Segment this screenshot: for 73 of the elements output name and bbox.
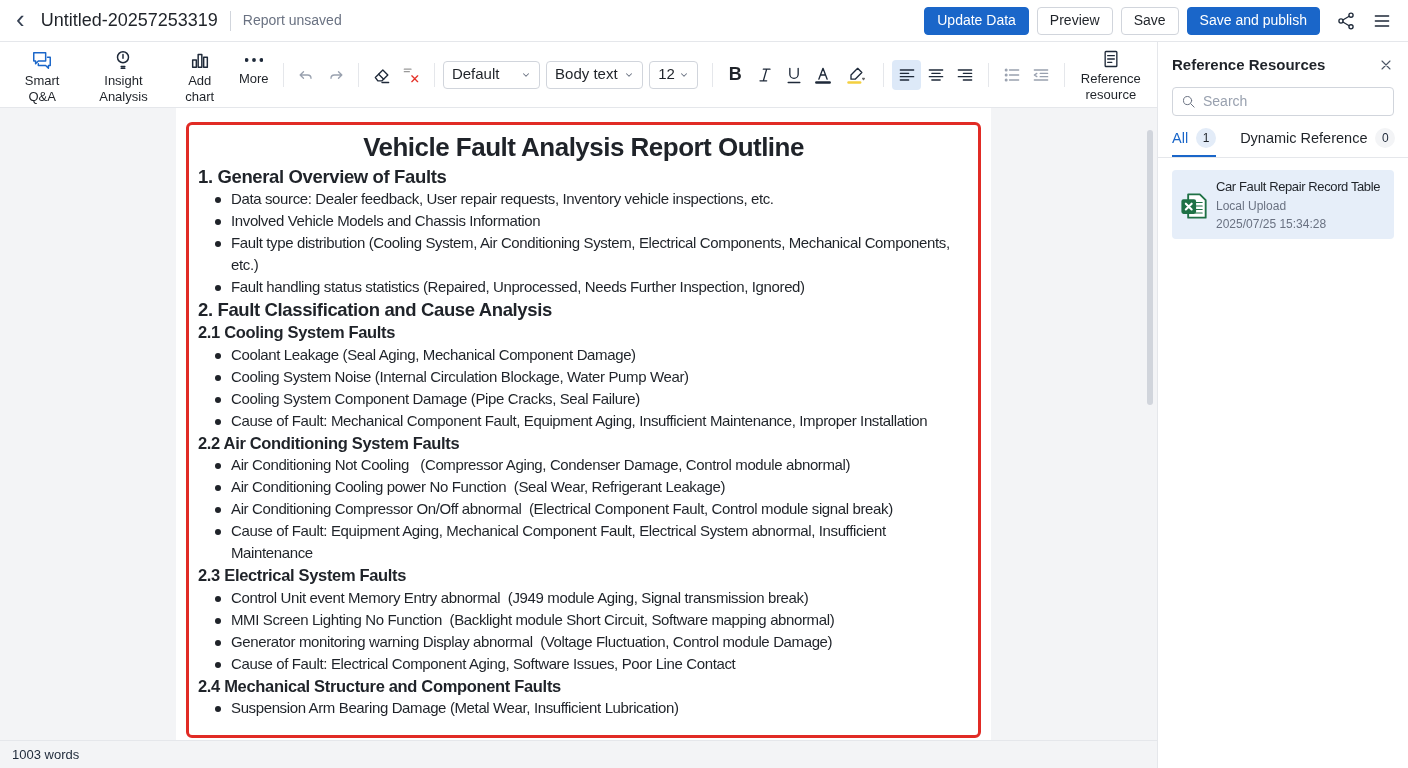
- more-icon: [244, 57, 263, 62]
- size-select[interactable]: 12: [649, 60, 698, 89]
- share-icon[interactable]: [1336, 10, 1356, 31]
- bullet-text: Air Conditioning Compressor On/Off abnormal (Electrical Component Fault, Control module signal break): [231, 499, 893, 519]
- bullet-text: Cooling System Noise (Internal Circulation Blockage, Water Pump Wear): [231, 366, 689, 387]
- reference-resource-button[interactable]: Reference resource: [1072, 44, 1150, 105]
- header-button[interactable]: Preview: [1036, 6, 1113, 35]
- count-badge: 0: [1375, 128, 1396, 149]
- bullet-icon: [215, 418, 221, 425]
- bullet-icon: [215, 197, 221, 203]
- subsection-heading: 2.1 Cooling System Faults: [198, 322, 397, 343]
- bullet-icon: [215, 463, 221, 469]
- bullet-text: Control Unit event Memory Entry abnormal (J949 module Aging, Signal transmission break): [231, 587, 809, 608]
- resource-source: Local Upload: [1216, 198, 1288, 216]
- resource-name: Car Fault Repair Record Table: [1216, 178, 1381, 197]
- search-field[interactable]: Search: [1172, 86, 1394, 116]
- bullet-icon: [215, 241, 221, 247]
- bold-button[interactable]: B: [720, 59, 750, 90]
- bullet-text: Fault type distribution (Cooling System, Air Conditioning System, Electrical Components, Mechanical Components, etc.): [231, 233, 951, 275]
- align-left-button[interactable]: [892, 59, 922, 90]
- bullet-icon: [215, 219, 221, 225]
- bullet-text: Fault handling status statistics (Repaired, Unprocessed, Needs Further Inspection, Ignored): [231, 277, 805, 297]
- bullet-icon: [215, 352, 221, 359]
- bullet-icon: [215, 374, 221, 381]
- toolbar-button[interactable]: Insight Analysis: [80, 44, 167, 105]
- bullet-text: Air Conditioning Not Cooling (Compressor Aging, Condenser Damage, Control module abnormal): [231, 455, 851, 475]
- bullet-icon: [215, 507, 221, 513]
- font-select[interactable]: Default: [442, 60, 541, 89]
- bullet-icon: [215, 661, 221, 668]
- panel-title: Reference Resources: [1172, 55, 1326, 75]
- header-button[interactable]: Save and publish: [1186, 6, 1320, 35]
- subsection-heading: 2.4 Mechanical Structure and Component Faults: [198, 675, 562, 697]
- subsection-heading: 2.3 Electrical System Faults: [198, 565, 408, 586]
- bullet-text: Cause of Fault: Equipment Aging, Mechanical Component Fault, Electrical System abnormal, Insufficient Maintenance: [231, 521, 887, 563]
- bullet-text: MMI Screen Lighting No Function (Backlight module Short Circuit, Software mapping abnormal): [231, 609, 835, 630]
- bullet-icon: [215, 529, 221, 535]
- save-status: Report unsaved: [242, 11, 342, 30]
- count-badge: 1: [1196, 128, 1217, 149]
- bullet-text: Cooling System Component Damage (Pipe Cracks, Seal Failure): [231, 388, 640, 409]
- panel-tab[interactable]: All 1: [1172, 127, 1217, 158]
- document-heading: Vehicle Fault Analysis Report Outline: [362, 131, 805, 164]
- resource-time: 2025/07/25 15:34:28: [1216, 216, 1328, 234]
- bullet-icon: [215, 285, 221, 291]
- document-title: Untitled-20257253319: [40, 9, 218, 32]
- word-count: 1003 words: [12, 745, 80, 764]
- bullet-text: Cause of Fault: Mechanical Component Fault, Equipment Aging, Insufficient Maintenance, Improper Installation: [231, 410, 928, 431]
- header-button[interactable]: Update Data: [924, 6, 1029, 35]
- search-icon: [1181, 93, 1196, 109]
- panel-tab[interactable]: Dynamic Reference 0: [1240, 127, 1396, 158]
- bullet-text: Coolant Leakage (Seal Aging, Mechanical Component Damage): [231, 344, 636, 365]
- bullet-icon: [215, 485, 221, 491]
- subsection-heading: 2.2 Air Conditioning System Faults: [198, 432, 461, 454]
- bullet-text: Data source: Dealer feedback, User repair requests, Inventory vehicle inspections, etc.: [231, 189, 774, 209]
- bullet-text: Suspension Arm Bearing Damage (Metal Wear, Insufficient Lubrication): [231, 698, 679, 718]
- bullet-icon: [215, 595, 221, 602]
- section-heading: 2. Fault Classification and Cause Analysis: [198, 298, 553, 321]
- bullet-icon: [215, 639, 221, 646]
- bullet-text: Generator monitoring warning Display abnormal (Voltage Fluctuation, Control module Damage): [231, 631, 833, 652]
- header-button[interactable]: Save: [1120, 6, 1179, 35]
- toolbar-button[interactable]: More: [233, 44, 275, 105]
- bullet-text: Cause of Fault: Electrical Component Aging, Software Issues, Poor Line Contact: [231, 653, 736, 674]
- bullet-icon: [215, 617, 221, 624]
- toolbar-button[interactable]: Smart Q&A: [4, 44, 81, 105]
- scrollbar[interactable]: [1147, 130, 1153, 405]
- bullet-text: Air Conditioning Cooling power No Function (Seal Wear, Refrigerant Leakage): [231, 477, 725, 497]
- back-button[interactable]: ‹: [16, 5, 25, 32]
- style-select[interactable]: Body text: [546, 60, 644, 89]
- resource-card[interactable]: Car Fault Repair Record Table Local Upload 2025/07/25 15:34:28: [1172, 170, 1394, 240]
- section-heading: 1. General Overview of Faults: [198, 165, 448, 188]
- bullet-text: Involved Vehicle Models and Chassis Information: [231, 211, 541, 231]
- bullet-icon: [215, 396, 221, 403]
- bullet-icon: [215, 706, 221, 712]
- toolbar-button[interactable]: Add chart: [166, 44, 233, 105]
